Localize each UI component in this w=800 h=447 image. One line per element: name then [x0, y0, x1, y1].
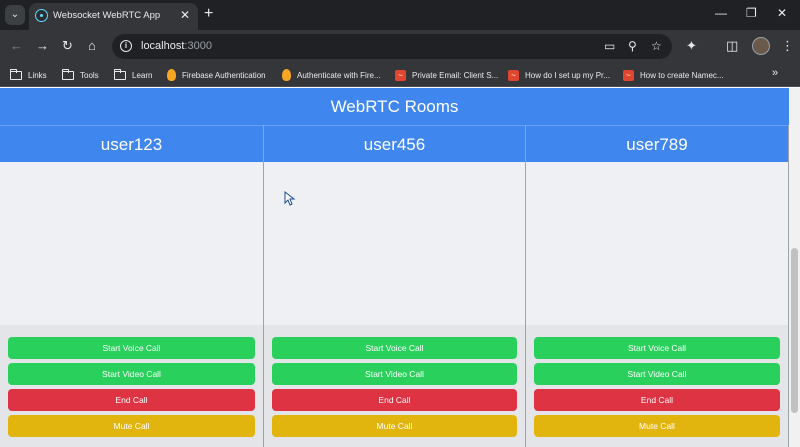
- mute-call-button[interactable]: Mute Call: [272, 415, 517, 437]
- url-text[interactable]: localhost:3000: [141, 40, 212, 52]
- close-window-icon[interactable]: ✕: [777, 6, 787, 20]
- page-scrollbar[interactable]: [789, 88, 800, 447]
- forward-icon[interactable]: →: [36, 38, 49, 54]
- cast-icon[interactable]: ▭: [604, 39, 615, 53]
- page-title: WebRTC Rooms: [0, 88, 789, 125]
- room-user-name: user456: [264, 125, 525, 162]
- mouse-cursor-icon: [284, 190, 296, 206]
- bookmark-setup[interactable]: ~ How do I set up my Pr...: [508, 67, 610, 83]
- bookmark-label: Authenticate with Fire...: [297, 70, 381, 80]
- browser-toolbar: ← → ↻ ⌂ i localhost:3000 ▭ ⚲ ☆ ✦ ◫ ⋮: [0, 30, 800, 63]
- room-panel: user456 Start Voice Call Start Video Cal…: [264, 125, 526, 447]
- video-area: [526, 162, 788, 325]
- folder-icon: [114, 68, 126, 80]
- page-content: WebRTC Rooms user123 Start Voice Call St…: [0, 88, 800, 447]
- video-area: [264, 162, 525, 325]
- tab-strip: ⌄ Websocket WebRTC App ✕ + — ❐ ✕: [0, 0, 800, 30]
- zoho-icon: ~: [623, 69, 634, 81]
- bookmark-label: Firebase Authentication: [182, 70, 266, 80]
- bookmark-links[interactable]: Links: [10, 67, 47, 83]
- mute-call-button[interactable]: Mute Call: [8, 415, 255, 437]
- start-voice-call-button[interactable]: Start Voice Call: [272, 337, 517, 359]
- new-tab-icon[interactable]: +: [204, 6, 213, 22]
- bookmark-firebase-auth[interactable]: Firebase Authentication: [167, 67, 266, 83]
- tab-search-button[interactable]: ⌄: [5, 5, 25, 25]
- bookmark-namecheap[interactable]: ~ How to create Namec...: [623, 67, 724, 83]
- start-video-call-button[interactable]: Start Video Call: [8, 363, 255, 385]
- react-favicon-icon: [35, 9, 48, 22]
- bookmark-label: Tools: [80, 70, 99, 80]
- reload-icon[interactable]: ↻: [62, 38, 73, 54]
- tab-title: Websocket WebRTC App: [53, 10, 161, 21]
- room-user-name: user789: [526, 125, 788, 162]
- home-icon[interactable]: ⌂: [88, 38, 96, 54]
- bookmark-tools[interactable]: Tools: [62, 67, 99, 83]
- room-panel: user789 Start Voice Call Start Video Cal…: [526, 125, 789, 447]
- firebase-icon: [167, 69, 176, 81]
- bookmark-private-email[interactable]: ~ Private Email: Client S...: [395, 67, 498, 83]
- more-bookmarks-icon[interactable]: »: [772, 67, 778, 79]
- profile-avatar[interactable]: [752, 37, 770, 55]
- mute-call-button[interactable]: Mute Call: [534, 415, 780, 437]
- back-icon[interactable]: ←: [10, 38, 23, 54]
- close-tab-icon[interactable]: ✕: [180, 8, 190, 22]
- bookmark-label: Learn: [132, 70, 153, 80]
- end-call-button[interactable]: End Call: [8, 389, 255, 411]
- bookmark-label: Private Email: Client S...: [412, 70, 499, 80]
- bookmark-label: How to create Namec...: [640, 70, 724, 80]
- address-bar[interactable]: i localhost:3000 ▭ ⚲ ☆: [112, 34, 672, 59]
- video-area: [0, 162, 263, 325]
- zoom-icon[interactable]: ⚲: [628, 39, 637, 53]
- firebase-icon: [282, 69, 291, 81]
- folder-icon: [62, 68, 74, 80]
- room-user-name: user123: [0, 125, 263, 162]
- zoho-icon: ~: [508, 69, 519, 81]
- folder-icon: [10, 68, 22, 80]
- restore-icon[interactable]: ❐: [746, 6, 757, 20]
- bookmark-label: Links: [28, 70, 47, 80]
- menu-kebab-icon[interactable]: ⋮: [781, 38, 794, 54]
- bookmarks-bar: Links Tools Learn Firebase Authenticatio…: [0, 63, 800, 87]
- bookmark-label: How do I set up my Pr...: [525, 70, 610, 80]
- start-voice-call-button[interactable]: Start Voice Call: [534, 337, 780, 359]
- end-call-button[interactable]: End Call: [534, 389, 780, 411]
- browser-tab[interactable]: Websocket WebRTC App ✕: [29, 3, 198, 30]
- site-info-icon[interactable]: i: [120, 40, 132, 52]
- room-panel: user123 Start Voice Call Start Video Cal…: [0, 125, 264, 447]
- start-video-call-button[interactable]: Start Video Call: [534, 363, 780, 385]
- bookmark-authenticate-fire[interactable]: Authenticate with Fire...: [282, 67, 381, 83]
- end-call-button[interactable]: End Call: [272, 389, 517, 411]
- minimize-icon[interactable]: —: [715, 6, 727, 20]
- extensions-icon[interactable]: ✦: [686, 38, 697, 54]
- scrollbar-thumb[interactable]: [791, 248, 798, 413]
- chevron-down-icon: ⌄: [10, 9, 20, 20]
- url-host: localhost: [141, 40, 185, 52]
- start-video-call-button[interactable]: Start Video Call: [272, 363, 517, 385]
- bookmark-learn[interactable]: Learn: [114, 67, 152, 83]
- zoho-icon: ~: [395, 69, 406, 81]
- side-panel-icon[interactable]: ◫: [726, 38, 738, 54]
- start-voice-call-button[interactable]: Start Voice Call: [8, 337, 255, 359]
- url-port: :3000: [184, 40, 212, 52]
- bookmark-star-icon[interactable]: ☆: [651, 39, 662, 53]
